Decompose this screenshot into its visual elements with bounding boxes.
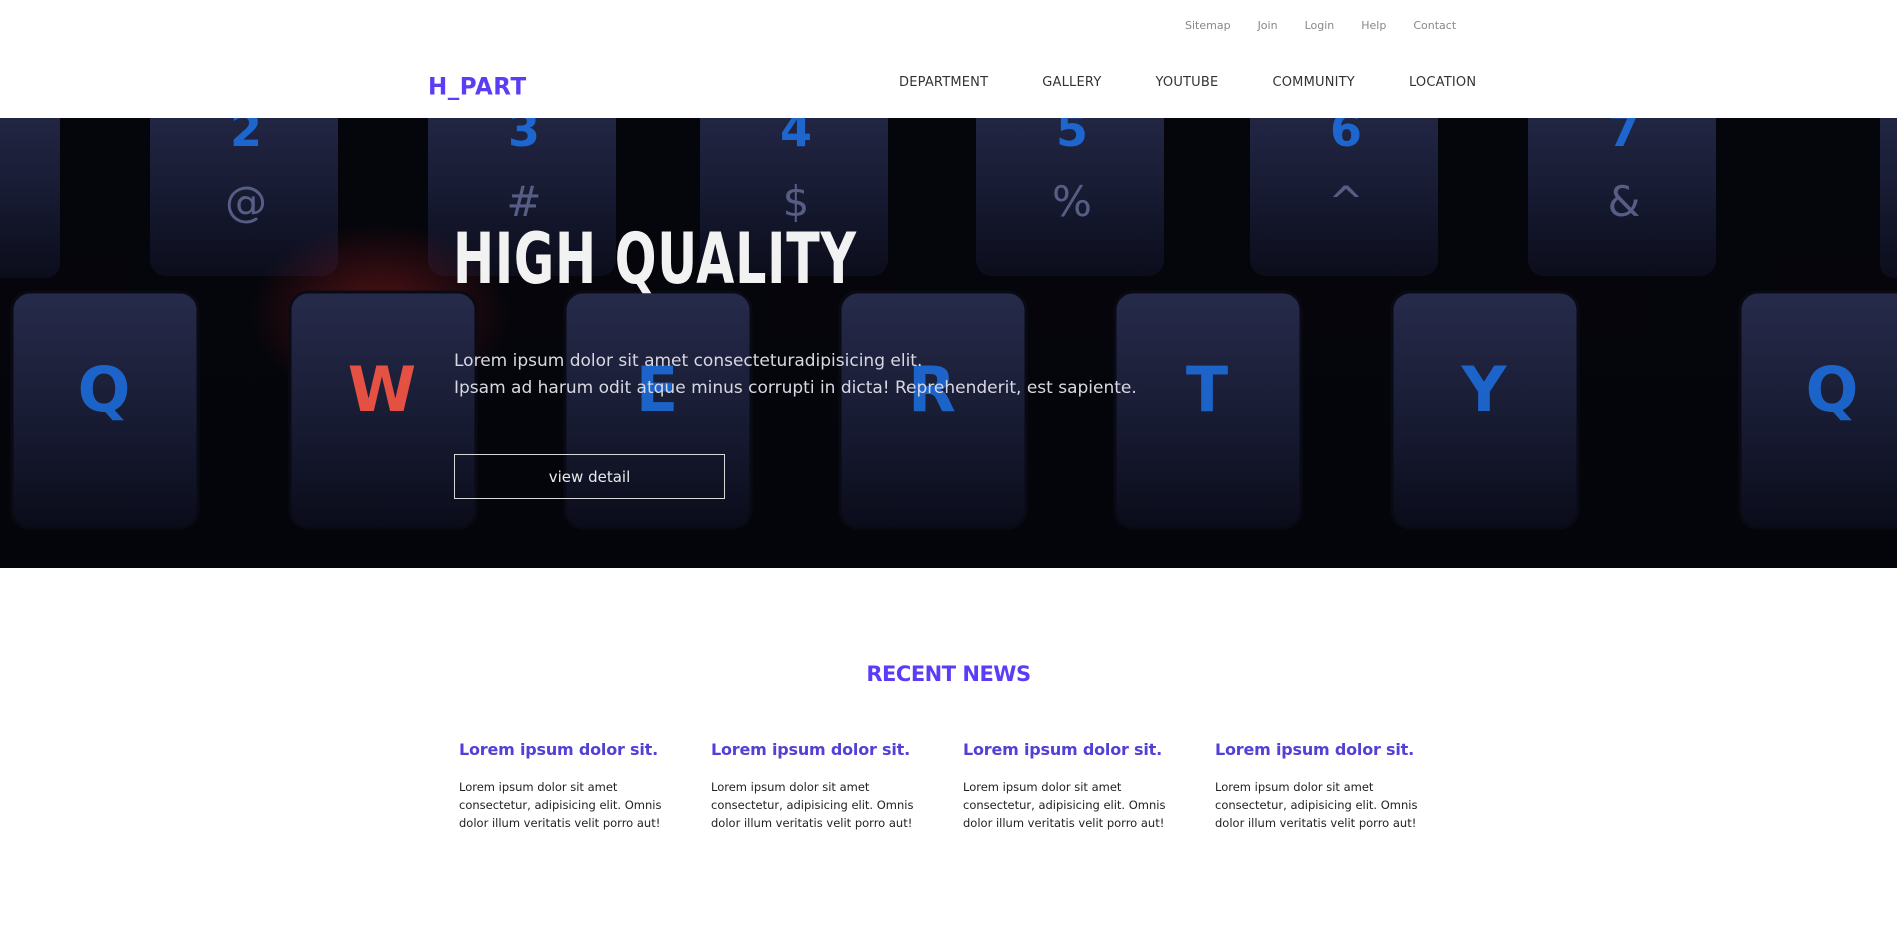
main-nav: DEPARTMENT GALLERY YOUTUBE COMMUNITY LOC… [899,75,1476,90]
recent-news-title: RECENT NEWS [866,662,1031,686]
util-link-help[interactable]: Help [1361,19,1386,32]
news-item-body: Lorem ipsum dolor sit amet consectetur, … [459,780,662,830]
news-item-heading[interactable]: Lorem ipsum dolor sit. [963,740,1215,759]
nav-item-community[interactable]: COMMUNITY [1272,75,1355,90]
news-item[interactable]: Lorem ipsum dolor sit. Lorem ipsum dolor… [459,740,711,832]
util-link-join[interactable]: Join [1258,19,1278,32]
news-item-body: Lorem ipsum dolor sit amet consectetur, … [1215,780,1418,830]
news-item[interactable]: Lorem ipsum dolor sit. Lorem ipsum dolor… [963,740,1215,832]
nav-item-department[interactable]: DEPARTMENT [899,75,988,90]
hero-description: Lorem ipsum dolor sit amet consecteturad… [454,348,1137,402]
news-item-heading[interactable]: Lorem ipsum dolor sit. [711,740,963,759]
news-item[interactable]: Lorem ipsum dolor sit. Lorem ipsum dolor… [1215,740,1467,832]
hero-banner: 2@3#4$5%6^7& QWERTYQ HIGH QUALITY Lorem … [0,118,1897,568]
news-item[interactable]: Lorem ipsum dolor sit. Lorem ipsum dolor… [711,740,963,832]
hero-desc-line-1: Lorem ipsum dolor sit amet consecteturad… [454,351,923,371]
utility-nav: Sitemap Join Login Help Contact [1185,19,1483,32]
news-item-heading[interactable]: Lorem ipsum dolor sit. [459,740,711,759]
nav-item-youtube[interactable]: YOUTUBE [1155,75,1218,90]
hero-desc-line-2: Ipsam ad harum odit atque minus corrupti… [454,378,1137,398]
news-list: Lorem ipsum dolor sit. Lorem ipsum dolor… [459,740,1467,832]
news-item-body: Lorem ipsum dolor sit amet consectetur, … [711,780,914,830]
view-detail-button[interactable]: view detail [454,454,725,499]
news-item-heading[interactable]: Lorem ipsum dolor sit. [1215,740,1467,759]
site-logo[interactable]: H_PART [428,73,527,100]
util-link-contact[interactable]: Contact [1413,19,1456,32]
nav-item-location[interactable]: LOCATION [1409,75,1476,90]
news-item-body: Lorem ipsum dolor sit amet consectetur, … [963,780,1166,830]
nav-item-gallery[interactable]: GALLERY [1042,75,1101,90]
util-link-login[interactable]: Login [1305,19,1335,32]
util-link-sitemap[interactable]: Sitemap [1185,19,1231,32]
hero-title: HIGH QUALITY [453,218,857,300]
